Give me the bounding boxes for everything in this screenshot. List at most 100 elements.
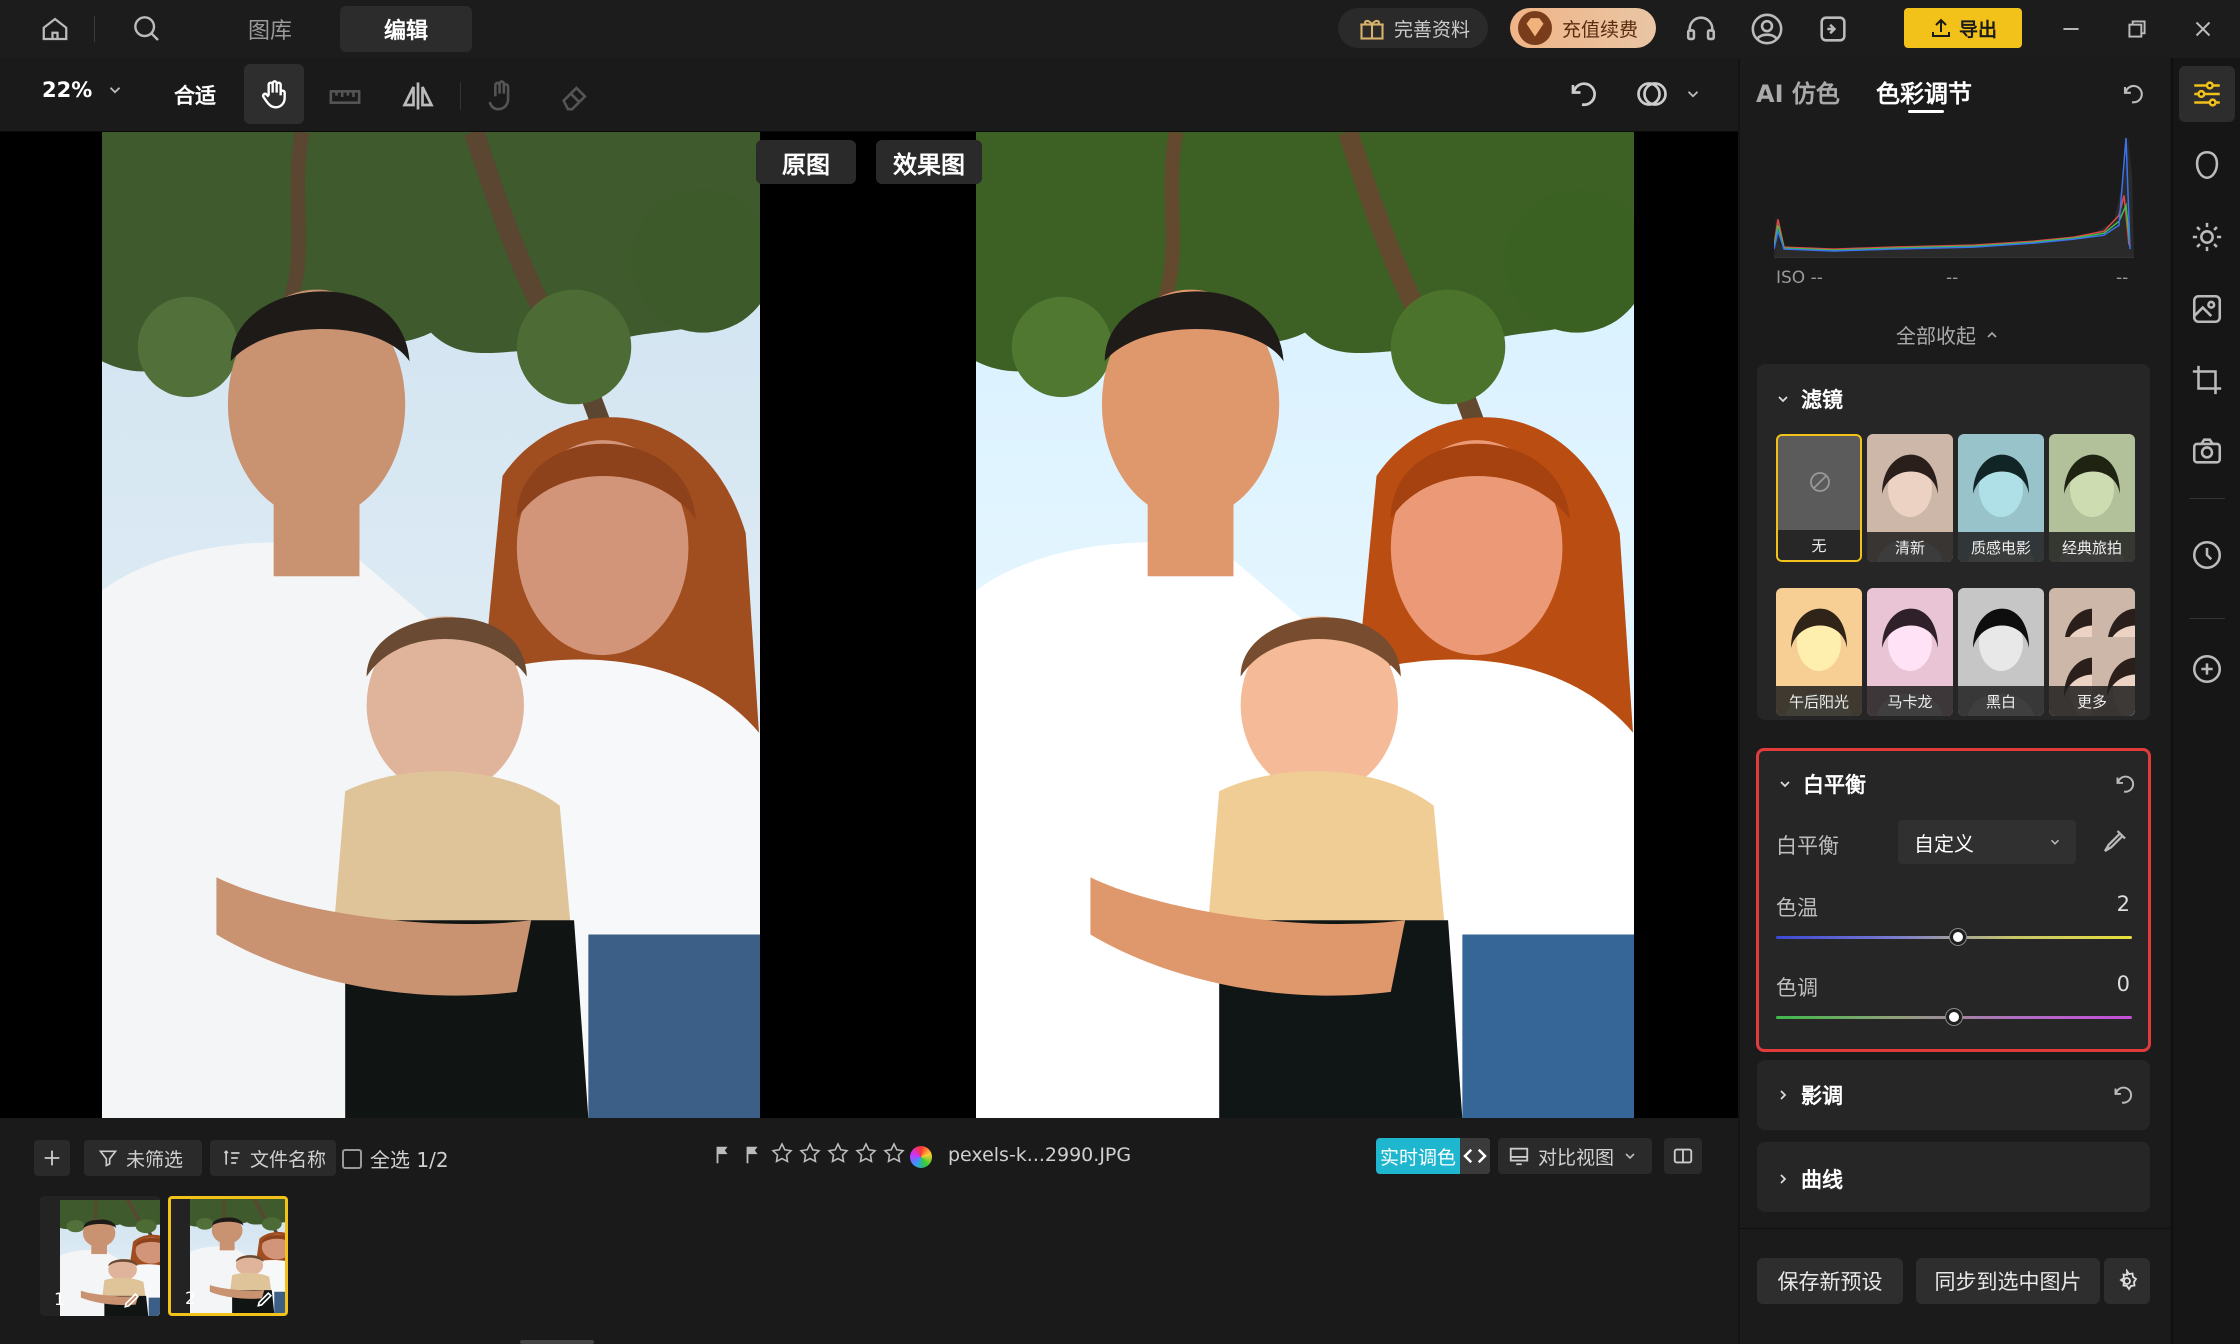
filter-macaron[interactable]: 马卡龙 — [1867, 588, 1953, 716]
filter-travel[interactable]: 经典旅拍 — [2049, 434, 2135, 562]
edited-icon — [122, 1290, 142, 1310]
top-bar: 图库 编辑 完善资料 充值续费 导出 — [0, 0, 2240, 58]
filter-caption: 午后阳光 — [1776, 686, 1862, 716]
headset-icon[interactable] — [1684, 12, 1718, 46]
filter-section-header[interactable]: 滤镜 — [1775, 384, 1843, 414]
wb-mode-label: 白平衡 — [1776, 834, 1839, 858]
curves-title: 曲线 — [1801, 1168, 1843, 1192]
reset-icon[interactable] — [2109, 1082, 2135, 1108]
filter-title: 滤镜 — [1801, 388, 1843, 412]
home-icon[interactable] — [40, 14, 70, 44]
settings-button[interactable] — [2104, 1258, 2150, 1304]
rail-divider — [2189, 618, 2225, 619]
filter-button[interactable]: 未筛选 — [84, 1140, 202, 1176]
tab-color-adjust[interactable]: 色彩调节 — [1876, 74, 1972, 109]
scroll-indicator[interactable] — [520, 1340, 594, 1344]
histogram — [1774, 136, 2134, 258]
filter-bw[interactable]: 黑白 — [1958, 588, 2044, 716]
undo-icon[interactable] — [1564, 76, 1600, 112]
logout-icon[interactable] — [1816, 12, 1850, 46]
reset-icon[interactable] — [2111, 771, 2137, 797]
color-label-icon[interactable] — [910, 1146, 932, 1168]
complete-profile-label: 完善资料 — [1394, 18, 1471, 41]
filter-caption: 马卡龙 — [1867, 686, 1953, 716]
split-view-button[interactable] — [1664, 1138, 1702, 1174]
filter-none[interactable]: 无 — [1776, 434, 1862, 562]
tab-library[interactable]: 图库 — [222, 6, 318, 52]
prohibited-icon — [1808, 470, 1832, 494]
wb-mode-select[interactable]: 自定义 — [1898, 820, 2076, 864]
overlay-mode-select[interactable] — [1634, 76, 1708, 112]
chevron-down-icon — [2048, 835, 2062, 849]
fit-button[interactable]: 合适 — [174, 80, 216, 110]
filter-afternoon-sun[interactable]: 午后阳光 — [1776, 588, 1862, 716]
export-button[interactable]: 导出 — [1904, 8, 2022, 48]
filename: pexels-k...2990.JPG — [948, 1144, 1132, 1166]
realtime-label: 实时调色 — [1380, 1146, 1457, 1169]
temperature-slider-handle[interactable] — [1949, 929, 1966, 945]
thumbnail-2[interactable]: 2 — [168, 1196, 288, 1316]
sort-button[interactable]: 文件名称 — [210, 1140, 336, 1176]
filter-fresh[interactable]: 清新 — [1867, 434, 1953, 562]
add-image-button[interactable] — [34, 1140, 70, 1176]
white-balance-header[interactable]: 白平衡 — [1777, 769, 1866, 799]
filter-caption: 黑白 — [1958, 686, 2044, 716]
zoom-select[interactable]: 22% — [42, 78, 124, 102]
eyedropper-icon[interactable] — [2100, 826, 2130, 856]
sync-to-selected-button[interactable]: 同步到选中图片 — [1916, 1258, 2100, 1304]
curves-header[interactable]: 曲线 — [1775, 1164, 1843, 1194]
filter-more[interactable]: 更多 — [2049, 588, 2135, 716]
recharge-button[interactable]: 充值续费 — [1510, 8, 1656, 48]
tint-label: 色调 — [1776, 976, 1818, 1000]
sun-icon[interactable] — [2190, 220, 2224, 254]
flip-icon[interactable] — [400, 78, 436, 114]
curves-card[interactable]: 曲线 — [1757, 1142, 2150, 1212]
realtime-toggle[interactable]: 实时调色 — [1376, 1138, 1490, 1174]
tint-slider-handle[interactable] — [1946, 1009, 1962, 1025]
tab-ai-color[interactable]: AI 仿色 — [1756, 74, 1840, 109]
tone-header[interactable]: 影调 — [1775, 1080, 1843, 1110]
save-preset-button[interactable]: 保存新预设 — [1757, 1258, 1903, 1304]
checkbox-box — [342, 1148, 362, 1169]
code-arrows-icon — [1460, 1138, 1490, 1174]
aperture-value: -- — [2116, 268, 2129, 288]
white-balance-title: 白平衡 — [1803, 773, 1866, 797]
star-icon — [882, 1140, 906, 1166]
thumbnail-index: 1 — [54, 1290, 65, 1310]
hand-tool-icon[interactable] — [244, 64, 304, 124]
edit-toolbar: 22% 合适 — [0, 58, 1738, 132]
crop-icon[interactable] — [2190, 363, 2224, 397]
add-circle-icon[interactable] — [2190, 652, 2224, 686]
select-all-checkbox[interactable]: 全选 1/2 — [342, 1144, 449, 1173]
collapse-all-label: 全部收起 — [1896, 324, 1976, 348]
search-icon[interactable] — [130, 12, 162, 44]
image-canvas[interactable]: 原图 效果图 — [0, 132, 1738, 1118]
history-icon[interactable] — [2190, 538, 2224, 572]
flag-icon[interactable] — [712, 1144, 734, 1166]
face-retouch-icon[interactable] — [2190, 148, 2224, 182]
edited-icon — [255, 1289, 275, 1309]
collapse-all-button[interactable]: 全部收起 — [1896, 320, 2000, 349]
camera-icon[interactable] — [2190, 434, 2224, 468]
zoom-value: 22% — [42, 78, 93, 102]
sort-icon — [222, 1148, 242, 1168]
sliders-icon[interactable] — [2190, 77, 2224, 111]
image-edit-icon[interactable] — [2190, 292, 2224, 326]
tone-card[interactable]: 影调 — [1757, 1060, 2150, 1130]
compare-view-select[interactable]: 对比视图 — [1498, 1138, 1652, 1174]
thumbnail-1[interactable]: 1 — [40, 1196, 160, 1316]
close-icon[interactable] — [2190, 16, 2216, 42]
reject-flag-icon[interactable] — [742, 1144, 764, 1166]
minimize-icon[interactable] — [2058, 16, 2084, 42]
filter-film[interactable]: 质感电影 — [1958, 434, 2044, 562]
restore-icon[interactable] — [2124, 16, 2150, 42]
tab-edit[interactable]: 编辑 — [340, 6, 472, 52]
filter-caption: 更多 — [2049, 686, 2135, 716]
chevron-right-icon — [1775, 1171, 1791, 1187]
effect-label: 效果图 — [876, 140, 982, 184]
original-photo — [102, 132, 760, 1118]
user-icon[interactable] — [1750, 12, 1784, 46]
star-rating[interactable] — [770, 1140, 906, 1166]
complete-profile-button[interactable]: 完善资料 — [1338, 8, 1488, 48]
reset-icon[interactable] — [2118, 80, 2146, 108]
